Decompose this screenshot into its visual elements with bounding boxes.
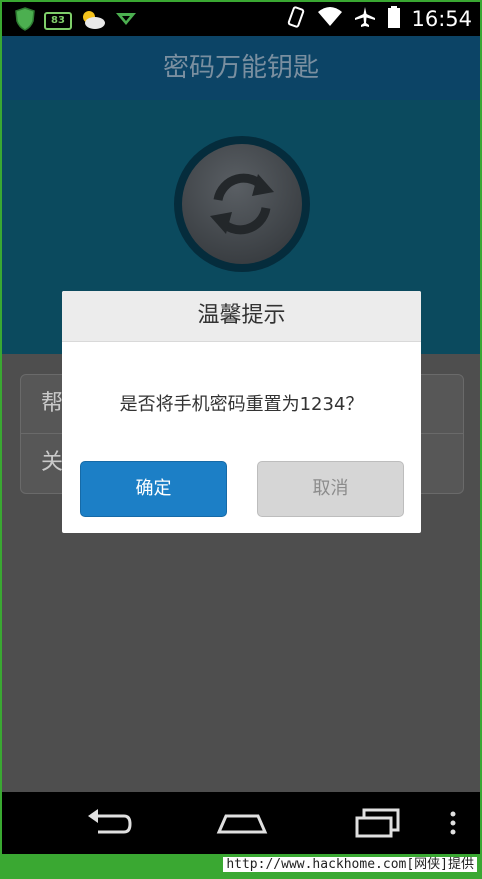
signal-down-icon [114, 10, 138, 32]
dialog-title: 温馨提示 [62, 291, 421, 342]
watermark: http://www.hackhome.com[网侠]提供 [0, 856, 482, 879]
cancel-button[interactable]: 取消 [257, 461, 404, 517]
wifi-icon [317, 6, 343, 32]
refresh-icon [182, 144, 302, 264]
vibrate-icon [285, 5, 307, 33]
phone-screen: 83 16:54 密码万能钥匙 帮 关 温馨提示 是否将手机密码重置为1234？… [2, 2, 480, 854]
recent-apps-icon[interactable] [354, 806, 402, 844]
airplane-icon [353, 5, 377, 33]
shield-icon [14, 7, 36, 35]
home-icon[interactable] [216, 806, 268, 844]
status-bar: 83 16:54 [2, 2, 480, 36]
reset-button[interactable] [174, 136, 310, 272]
navigation-bar [2, 792, 480, 854]
battery-icon [387, 5, 401, 33]
watermark-text: http://www.hackhome.com[网侠]提供 [223, 857, 477, 872]
app-title-bar: 密码万能钥匙 [2, 36, 480, 100]
overflow-menu-icon[interactable] [448, 806, 458, 844]
status-time: 16:54 [411, 7, 472, 31]
confirm-dialog: 温馨提示 是否将手机密码重置为1234？ 确定 取消 [62, 291, 421, 533]
weather-icon [80, 8, 106, 34]
dialog-message: 是否将手机密码重置为1234？ [119, 394, 364, 415]
app-title: 密码万能钥匙 [162, 53, 319, 83]
battery-badge: 83 [44, 12, 72, 30]
back-icon[interactable] [84, 806, 132, 844]
confirm-button[interactable]: 确定 [80, 461, 227, 517]
